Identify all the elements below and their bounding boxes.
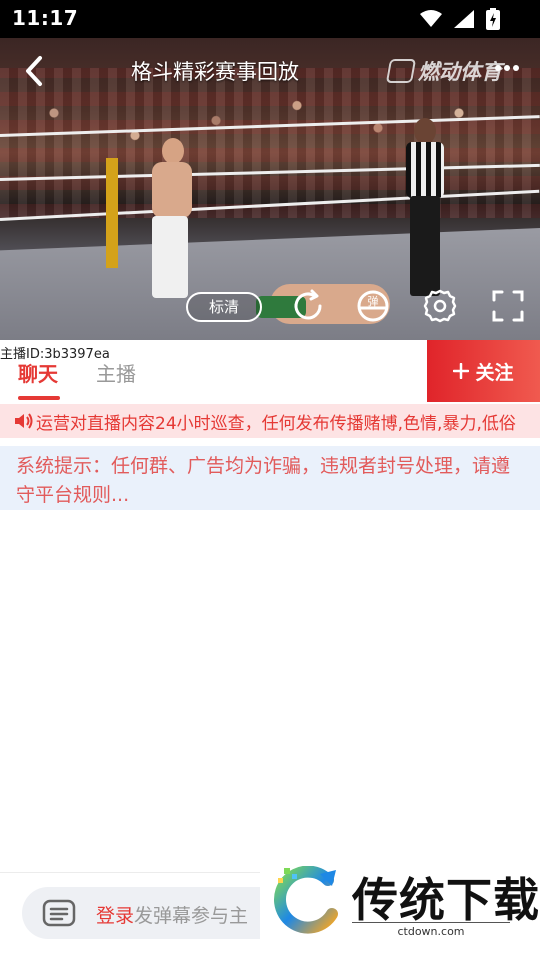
video-title: 格斗精彩赛事回放 [131, 60, 299, 84]
status-bar: 11:17 [0, 0, 540, 38]
status-time: 11:17 [12, 6, 79, 30]
site-logo-url: ctdown.com [352, 922, 510, 938]
referee [400, 118, 450, 298]
brand-watermark-text: 燃动体育 [418, 60, 502, 84]
chat-area[interactable] [0, 510, 540, 872]
wifi-icon [420, 10, 442, 27]
tab-chat[interactable]: 聊天 [18, 358, 58, 387]
wrestler-standing [140, 138, 200, 298]
brand-logo-icon [385, 59, 417, 83]
quality-button[interactable]: 标清 [186, 292, 262, 322]
fullscreen-icon[interactable] [490, 288, 526, 324]
plus-icon [453, 363, 470, 379]
site-logo: 传统下载 ctdown.com [260, 856, 540, 960]
signal-icon [454, 10, 474, 28]
input-placeholder: 发弹幕参与主 [134, 905, 249, 927]
video-player[interactable]: 格斗精彩赛事回放 燃动体育 标清 弹 [0, 38, 540, 340]
message-icon [42, 899, 76, 927]
notice-marquee: 运营对直播内容24小时巡查，任何发布传播赌博,色情,暴力,低俗 [0, 404, 540, 438]
login-link[interactable]: 登录 [96, 905, 134, 927]
danmaku-toggle-icon[interactable]: 弹 [356, 288, 392, 324]
site-logo-name: 传统下载 [352, 873, 540, 927]
tab-bar: 主播ID:3b3397ea 聊天 主播 关注 [0, 340, 540, 402]
system-message: 系统提示：任何群、广告均为诈骗，违规者封号处理，请遵守平台规则... [0, 446, 540, 510]
settings-gear-icon[interactable] [422, 288, 458, 324]
follow-label: 关注 [475, 361, 514, 384]
ring-post [106, 158, 118, 268]
system-message-text: 系统提示：任何群、广告均为诈骗，违规者封号处理，请遵守平台规则... [16, 455, 511, 506]
video-topbar: 格斗精彩赛事回放 燃动体育 [0, 38, 540, 102]
input-prompt: 登录发弹幕参与主 [96, 901, 248, 928]
tab-anchor[interactable]: 主播 [96, 358, 136, 387]
status-icons [420, 8, 500, 30]
notice-text: 运营对直播内容24小时巡查，任何发布传播赌博,色情,暴力,低俗 [36, 414, 516, 434]
speaker-icon [15, 413, 33, 429]
follow-button[interactable]: 关注 [427, 340, 540, 402]
more-icon[interactable] [492, 58, 522, 78]
site-logo-icon [274, 866, 338, 934]
danmaku-icon-label: 弹 [368, 294, 379, 308]
player-controls: 标清 弹 [0, 286, 540, 332]
battery-icon [486, 8, 500, 30]
refresh-icon[interactable] [290, 288, 326, 324]
active-tab-indicator [18, 396, 60, 400]
